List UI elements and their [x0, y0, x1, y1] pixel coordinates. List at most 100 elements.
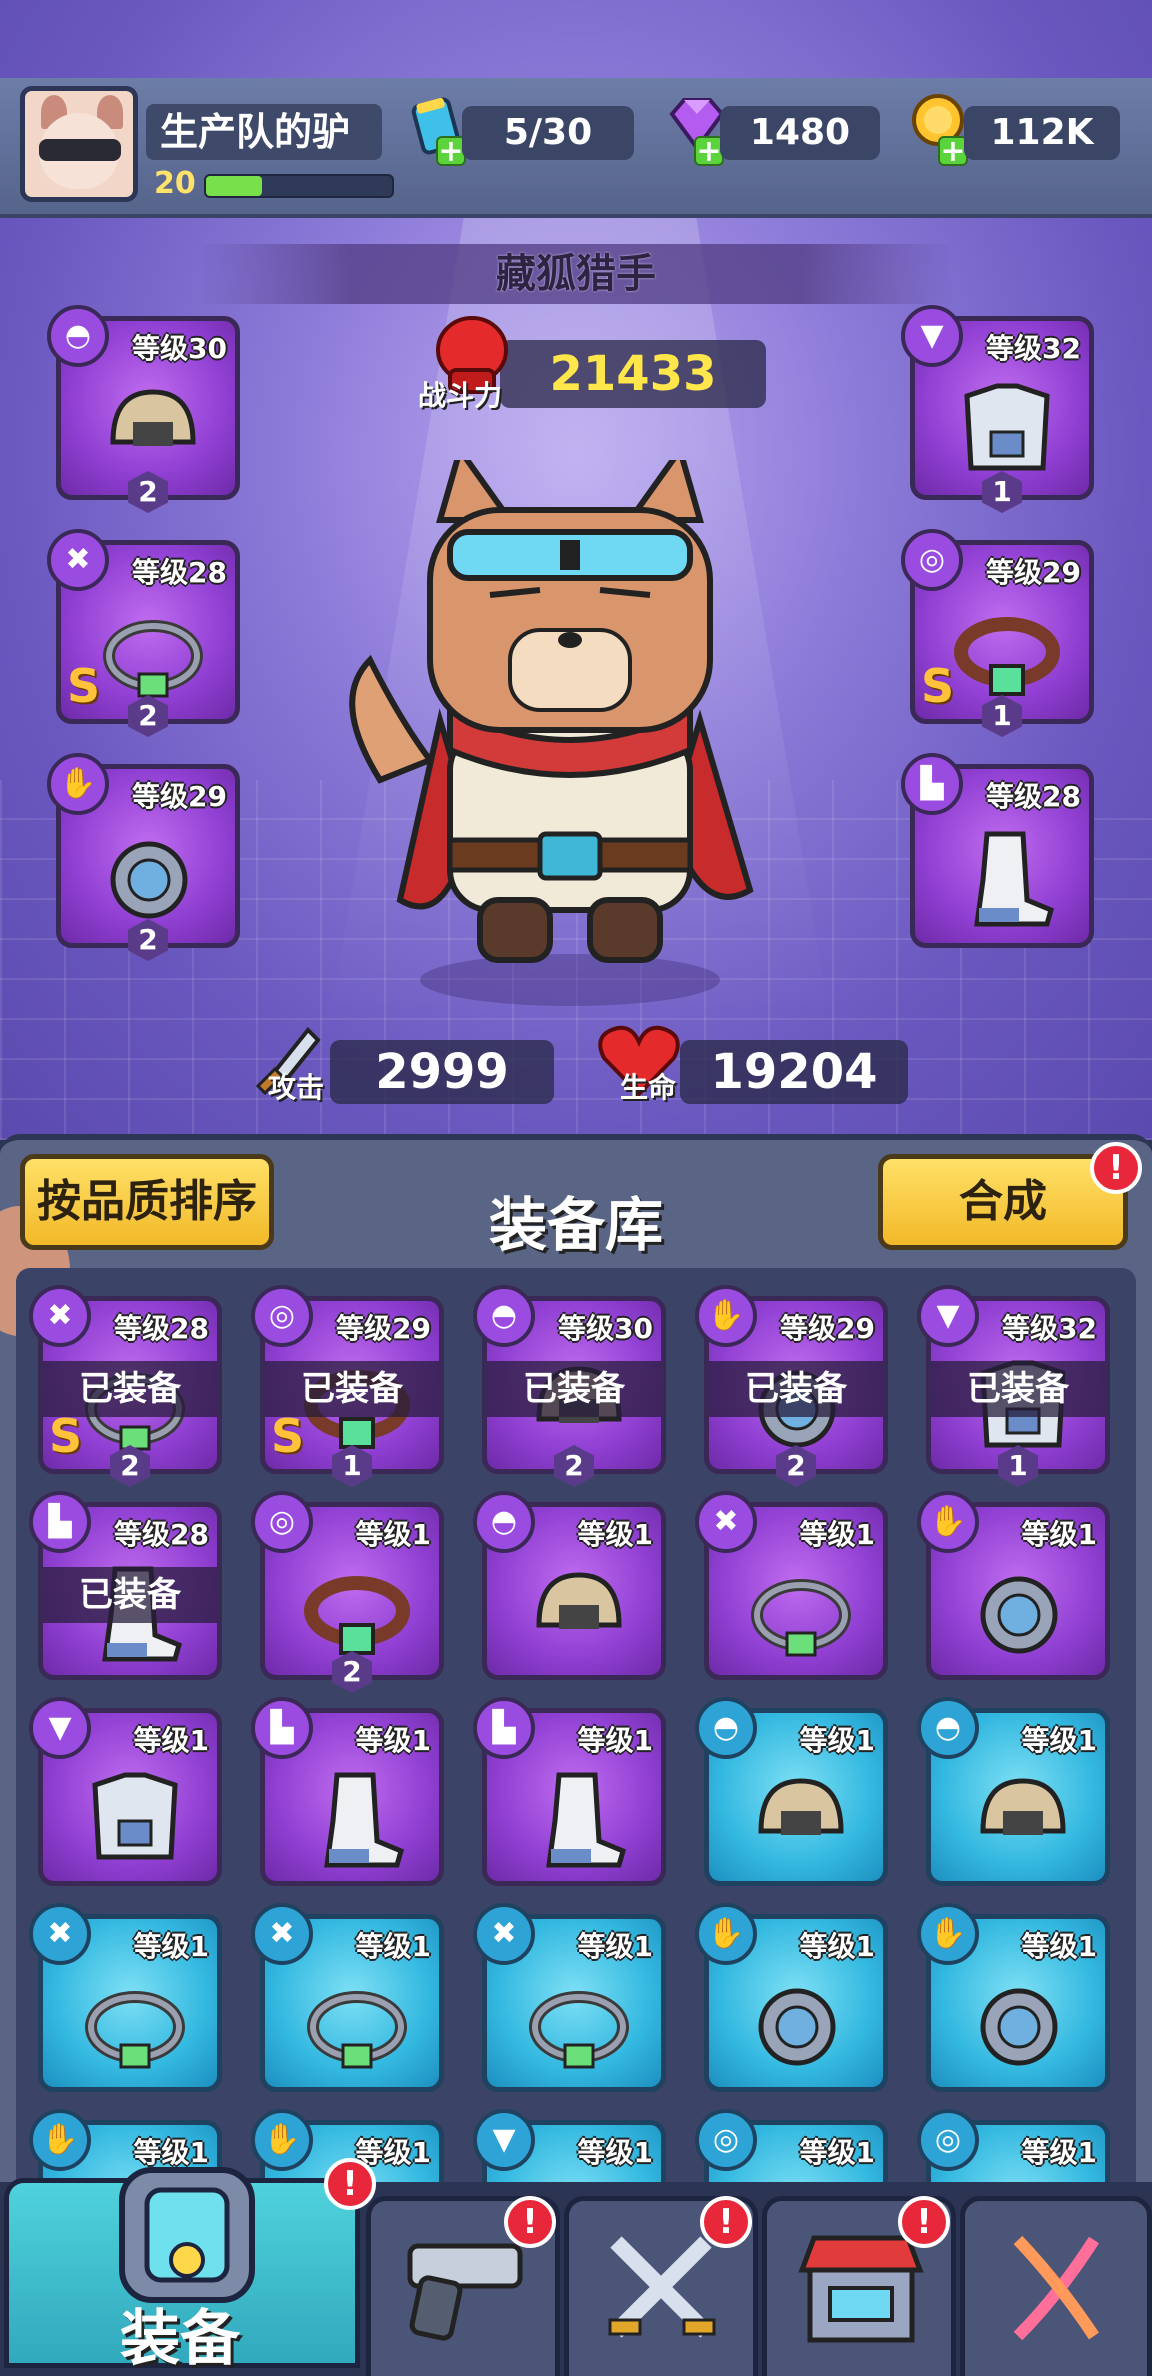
item-level: 等级1: [577, 1724, 653, 1757]
inventory-item[interactable]: ✖ 等级1: [251, 1903, 444, 2092]
equipped-label: 已装备: [931, 1361, 1105, 1417]
merge-alert-badge: !: [1090, 1142, 1142, 1194]
tab-equipment-label: 装备: [120, 2304, 240, 2374]
armor-icon: ▼: [901, 305, 963, 367]
inventory-item[interactable]: ◓ 等级1: [473, 1491, 666, 1680]
item-level: 等级28: [986, 780, 1081, 813]
equipped-slot[interactable]: ▼ 等级32 1: [901, 305, 1094, 513]
inventory-item[interactable]: ✖ 等级28 已装备 S 2: [29, 1285, 222, 1487]
helmet-icon: ◓: [473, 1285, 535, 1347]
inventory-item[interactable]: ▙ 等级28 已装备: [29, 1491, 222, 1680]
belt-icon: ◎: [251, 1285, 313, 1347]
inventory-item[interactable]: ▼ 等级32 已装备 1: [917, 1285, 1110, 1487]
necklace-icon: ✖: [473, 1903, 535, 1965]
shop-alert-badge: !: [898, 2196, 950, 2248]
equipped-label: 已装备: [709, 1361, 883, 1417]
item-level: 等级1: [355, 1518, 431, 1551]
item-level: 等级1: [133, 1930, 209, 1963]
necklace-icon: ✖: [29, 1903, 91, 1965]
item-level: 等级1: [355, 1930, 431, 1963]
item-level: 等级1: [133, 1724, 209, 1757]
inventory-item[interactable]: ▼ 等级1: [29, 1697, 222, 1886]
player-name: 生产队的驴: [146, 104, 382, 160]
hp-label: 生命: [620, 1071, 677, 1104]
item-level: 等级30: [558, 1312, 653, 1345]
item-art: [751, 1579, 851, 1657]
item-level: 等级1: [1021, 1518, 1097, 1551]
item-level: 等级29: [780, 1312, 875, 1345]
inventory-item[interactable]: ✋ 等级1: [917, 1903, 1110, 2092]
power-label: 战斗力: [418, 379, 503, 412]
item-art: [546, 1772, 627, 1868]
armor-icon: ▼: [917, 1285, 979, 1347]
boot-icon: ▙: [901, 753, 963, 815]
inventory-item[interactable]: ✖ 等级1: [695, 1491, 888, 1680]
belt-icon: ◎: [251, 1491, 313, 1553]
item-level: 等级1: [355, 1724, 431, 1757]
s-rank-badge: S: [921, 659, 955, 713]
shop-icon: [798, 2235, 924, 2343]
item-art: [324, 1772, 405, 1868]
inventory-item[interactable]: ▙ 等级1: [251, 1697, 444, 1886]
equipped-slot[interactable]: ◓ 等级30 2: [47, 305, 240, 513]
necklace-icon: ✖: [47, 529, 109, 591]
item-level: 等级1: [1021, 1930, 1097, 1963]
weapons-alert-badge: !: [504, 2196, 556, 2248]
inventory-item[interactable]: ✋ 等级29 已装备 2: [695, 1285, 888, 1487]
item-art: [964, 383, 1050, 471]
inventory-item[interactable]: ✖ 等级1: [473, 1903, 666, 2092]
s-rank-badge: S: [67, 659, 101, 713]
necklace-icon: ✖: [29, 1285, 91, 1347]
inventory-item[interactable]: ✋ 等级1: [917, 1491, 1110, 1680]
belt-icon: ◎: [695, 2109, 757, 2171]
glove-icon: ✋: [917, 1491, 979, 1553]
equipped-slot[interactable]: ▙ 等级28: [901, 753, 1094, 948]
item-art: [529, 1991, 629, 2069]
inventory-item[interactable]: ◎ 等级29 已装备 S 1: [251, 1285, 444, 1487]
item-level: 等级28: [114, 1518, 209, 1551]
item-level: 等级1: [799, 1724, 875, 1757]
s-rank-badge: S: [49, 1409, 83, 1463]
inventory-item[interactable]: ◓ 等级30 已装备 2: [473, 1285, 666, 1487]
sort-by-quality-button[interactable]: 按品质排序: [20, 1154, 274, 1250]
equipment-alert-badge: !: [324, 2158, 376, 2210]
s-rank-badge: S: [271, 1409, 305, 1463]
item-level: 等级29: [336, 1312, 431, 1345]
inventory-item[interactable]: ✋ 等级1: [695, 1903, 888, 2092]
armor-icon: ▼: [29, 1697, 91, 1759]
inventory-item[interactable]: ◎ 等级1 2: [251, 1491, 444, 1693]
inventory-item[interactable]: ✖ 等级1: [29, 1903, 222, 2092]
helmet-icon: ◓: [695, 1697, 757, 1759]
item-art: [110, 389, 196, 446]
glove-icon: ✋: [29, 2109, 91, 2171]
hero-title: 藏狐猎手: [200, 244, 952, 304]
hero-character[interactable]: [340, 460, 800, 1020]
item-level: 等级1: [799, 2136, 875, 2169]
equipped-slot[interactable]: ◎ 等级29 S 1: [901, 529, 1094, 737]
attack-label: 攻击: [268, 1071, 325, 1104]
item-art: [974, 831, 1055, 927]
hp-value: 19204: [680, 1040, 908, 1104]
equipped-slot[interactable]: ✖ 等级28 S 2: [47, 529, 240, 737]
helmet-icon: ◓: [473, 1491, 535, 1553]
attack-value: 2999: [330, 1040, 554, 1104]
battle-alert-badge: !: [700, 2196, 752, 2248]
gems-value: 1480: [720, 106, 880, 160]
necklace-icon: ✖: [251, 1903, 313, 1965]
necklace-icon: ✖: [695, 1491, 757, 1553]
item-level: 等级1: [577, 1930, 653, 1963]
avatar[interactable]: [20, 86, 138, 202]
helmet-icon: ◓: [917, 1697, 979, 1759]
pistol-icon: [407, 2243, 523, 2341]
equipped-slot[interactable]: ✋ 等级29 2: [47, 753, 240, 961]
item-level: 等级1: [1021, 2136, 1097, 2169]
item-art: [954, 617, 1060, 696]
energy-value: 5/30: [462, 106, 634, 160]
inventory-item[interactable]: ▙ 等级1: [473, 1697, 666, 1886]
item-level: 等级30: [132, 332, 227, 365]
belt-icon: ◎: [901, 529, 963, 591]
inventory-item[interactable]: ◓ 等级1: [917, 1697, 1110, 1886]
helmet-icon: ◓: [47, 305, 109, 367]
item-level: 等级29: [986, 556, 1081, 589]
inventory-item[interactable]: ◓ 等级1: [695, 1697, 888, 1886]
